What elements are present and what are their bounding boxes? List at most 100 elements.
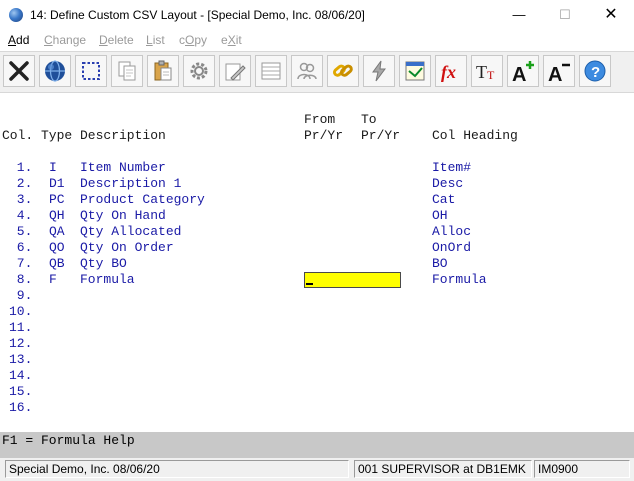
minimize-button[interactable]: — [496,0,542,30]
row-description[interactable]: Formula [80,272,135,288]
row-description[interactable]: Description 1 [80,176,181,192]
select-button[interactable] [75,55,107,87]
from-header-top: From [304,112,336,127]
row-number: 4. [9,208,33,223]
row-number: 10. [9,304,33,319]
svg-text:A: A [548,64,562,83]
cancel-icon [9,61,29,81]
row-col-heading[interactable]: Item# [432,160,471,176]
row-description[interactable]: Qty Allocated [80,224,181,240]
row-col-heading[interactable]: OnOrd [432,240,471,256]
svg-text:fx: fx [441,62,456,82]
row-number: 7. [9,256,33,271]
svg-text:A: A [512,64,526,83]
notes-button[interactable] [399,55,431,87]
decrease-font-icon: A [548,63,570,83]
select-box-icon [82,62,100,80]
formula-icon: fx [441,62,456,82]
row-description[interactable]: Qty On Hand [80,208,166,224]
row-number: 13. [9,352,33,367]
menu-change[interactable]: Change [44,33,86,47]
text-cursor [306,283,313,285]
row-col-heading[interactable]: OH [432,208,448,224]
users-icon [297,62,317,80]
row-type[interactable]: I [49,160,57,176]
row-type[interactable]: QO [49,240,65,256]
globe-button[interactable] [39,55,71,87]
settings-button[interactable] [183,55,215,87]
row-number: 9. [9,288,33,303]
paste-icon [154,60,172,81]
close-button[interactable]: ✕ [588,0,634,30]
decrease-font-button[interactable]: A [543,55,575,87]
row-col-heading[interactable]: Desc [432,176,463,192]
type-header: Type [41,128,73,143]
status-user: 001 SUPERVISOR at DB1EMK [354,460,532,478]
row-type[interactable]: QB [49,256,65,272]
row-number: 6. [9,240,33,255]
col-heading-header: Col Heading [432,128,518,143]
row-col-heading[interactable]: Alloc [432,224,471,240]
row-description[interactable]: Qty BO [80,256,127,272]
to-header-top: To [361,112,377,127]
lightning-icon [372,60,386,82]
row-type[interactable]: PC [49,192,65,208]
status-company: Special Demo, Inc. 08/06/20 [5,460,349,478]
row-type[interactable]: D1 [49,176,65,192]
row-description[interactable]: Qty On Order [80,240,174,256]
copy-button[interactable] [111,55,143,87]
formula-button[interactable]: fx [435,55,467,87]
link-icon [332,64,353,77]
row-col-heading[interactable]: BO [432,256,448,272]
notes-icon [405,61,425,81]
row-col-heading[interactable]: Cat [432,192,455,208]
app-globe-icon [9,8,23,22]
globe-icon [45,60,65,82]
increase-font-button[interactable]: A [507,55,539,87]
status-program: IM0900 [534,460,630,478]
increase-font-icon: A [512,61,534,83]
from-header-bottom: Pr/Yr [304,128,344,143]
menu-copy[interactable]: cOpy [179,33,207,47]
row-number: 16. [9,400,33,415]
link-button[interactable] [327,55,359,87]
row-type[interactable]: QA [49,224,65,240]
list-icon [261,62,281,80]
menu-bar: Add Change Delete List cOpy eXit [0,32,634,50]
lightning-button[interactable] [363,55,395,87]
help-icon: ? [584,60,606,82]
svg-text:T: T [476,62,487,82]
col-header: Col. [2,128,34,143]
menu-list[interactable]: List [146,33,165,47]
row-col-heading[interactable]: Formula [432,272,487,288]
from-pr-yr-input[interactable] [304,272,401,288]
menu-add[interactable]: Add [8,33,29,47]
menu-delete[interactable]: Delete [99,33,134,47]
toolbar: fx TT A A ? [0,51,634,93]
menu-exit[interactable]: eXit [221,33,242,47]
to-header-bottom: Pr/Yr [361,128,401,143]
row-number: 14. [9,368,33,383]
font-size-button[interactable]: TT [471,55,503,87]
row-number: 8. [9,272,33,287]
row-description[interactable]: Item Number [80,160,166,176]
maximize-button[interactable]: ☐ [542,0,588,30]
svg-text:?: ? [591,64,600,81]
help-button[interactable]: ? [579,55,611,87]
svg-text:T: T [487,68,495,82]
row-description[interactable]: Product Category [80,192,205,208]
copy-icon [118,61,136,81]
row-number: 5. [9,224,33,239]
cancel-button[interactable] [3,55,35,87]
help-text: F1 = Formula Help [2,433,135,448]
edit-button[interactable] [219,55,251,87]
csv-layout-form: From To Col. Type Description Pr/Yr Pr/Y… [0,93,634,432]
window-title: 14: Define Custom CSV Layout - [Special … [30,8,365,22]
users-button[interactable] [291,55,323,87]
font-size-icon: TT [476,62,495,82]
row-number: 3. [9,192,33,207]
list-button[interactable] [255,55,287,87]
row-type[interactable]: F [49,272,57,288]
row-type[interactable]: QH [49,208,65,224]
paste-button[interactable] [147,55,179,87]
